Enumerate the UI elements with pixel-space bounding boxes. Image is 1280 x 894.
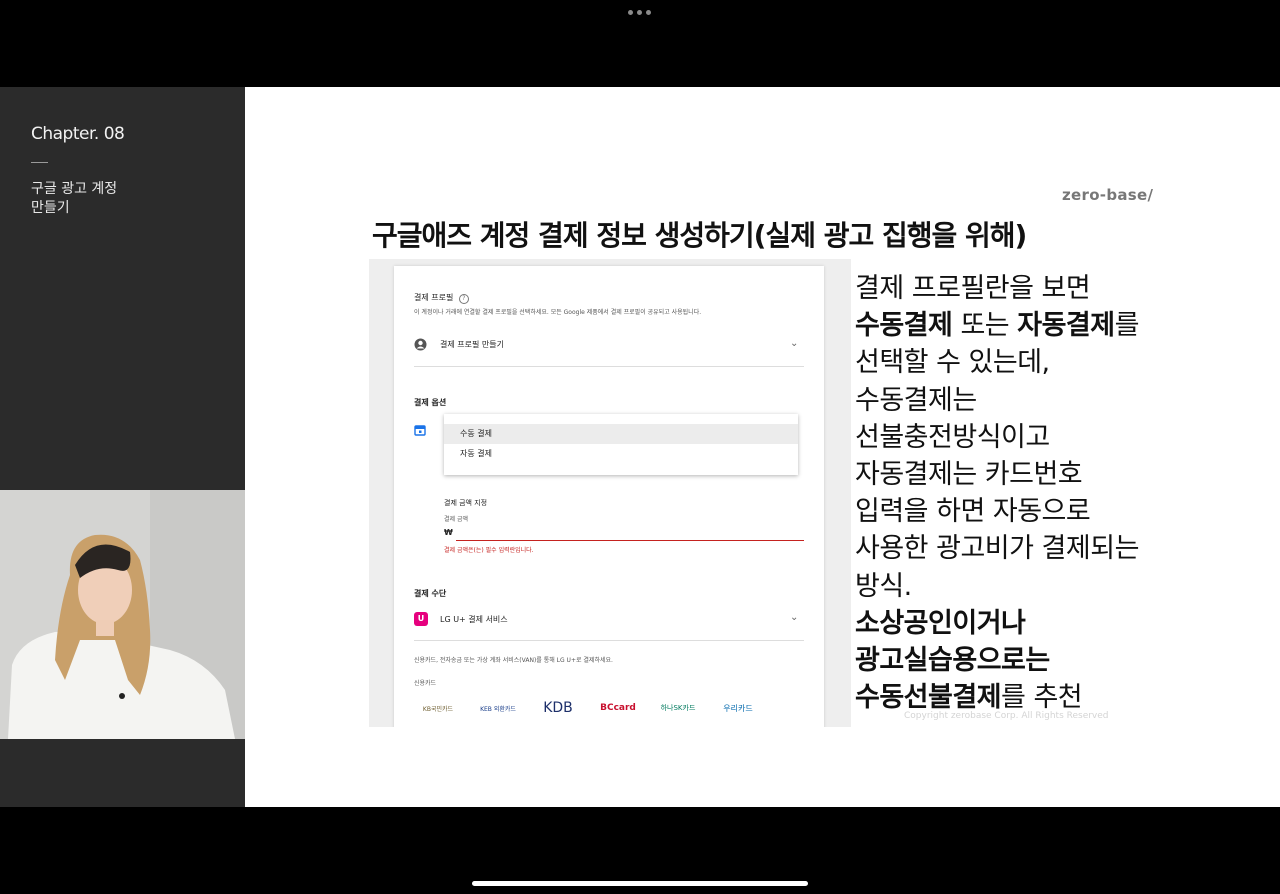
description-line: 결제 프로필란을 보면	[855, 270, 1185, 307]
option-manual-payment[interactable]: 수동 결제	[444, 424, 798, 444]
card-brand-bc[interactable]: BCcard	[592, 699, 644, 717]
description-text: 방식.	[855, 570, 912, 602]
brand-logo: zero-base/	[1062, 186, 1154, 204]
description-text: 자동결제	[1017, 310, 1115, 342]
create-profile-label: 결제 프로필 만들기	[440, 340, 504, 349]
card-brand-woori[interactable]: 우리카드	[712, 699, 764, 717]
card-brand-keb[interactable]: KEB 외환카드	[472, 699, 524, 717]
description-text: 선택할 수 있는데,	[855, 347, 1050, 379]
description-text: 광고실습용으로는	[855, 645, 1050, 677]
help-icon[interactable]: ?	[458, 294, 469, 304]
option-auto-payment[interactable]: 자동 결제	[444, 444, 798, 464]
description-line: 광고실습용으로는	[855, 642, 1185, 679]
billing-panel: 결제 프로필 ? 이 계정이나 거래에 연결할 결제 프로필을 선택하세요. 모…	[394, 266, 824, 727]
description-text: 를 추천	[1001, 682, 1083, 714]
description-line: 선택할 수 있는데,	[855, 344, 1185, 381]
description-line: 사용한 광고비가 결제되는	[855, 530, 1185, 567]
description-line: 방식.	[855, 568, 1185, 605]
description-text: 수동결제는	[855, 384, 977, 416]
chevron-down-icon: ⌄	[790, 612, 799, 623]
description-text: 결제 프로필란을 보면	[855, 273, 1091, 304]
description-text: 사용한 광고비가 결제되는	[855, 533, 1139, 565]
payment-option-dropdown[interactable]: 수동 결제 자동 결제	[444, 414, 798, 475]
amount-heading: 결제 금액 지정	[444, 499, 488, 507]
presenter-video-image	[0, 490, 245, 739]
card-heading: 신용카드	[414, 680, 437, 687]
description-text: 자동결제는 카드번호	[855, 459, 1083, 491]
amount-error: 결제 금액은(는) 필수 입력란입니다.	[444, 547, 534, 554]
embedded-screenshot: 결제 프로필 ? 이 계정이나 거래에 연결할 결제 프로필을 선택하세요. 모…	[369, 259, 851, 727]
divider	[414, 366, 804, 367]
currency-symbol: ₩	[444, 528, 453, 537]
profile-help-text: 이 계정이나 거래에 연결할 결제 프로필을 선택하세요. 모든 Google …	[414, 309, 702, 316]
slide-title: 구글애즈 계정 결제 정보 생성하기(실제 광고 집행을 위해)	[372, 219, 1027, 252]
home-indicator[interactable]	[472, 881, 808, 886]
lgu-logo-icon: U	[414, 612, 428, 626]
profile-heading: 결제 프로필 ?	[414, 292, 469, 304]
calendar-icon	[414, 425, 426, 436]
description-text: 소상공인이거나	[855, 607, 1026, 639]
slide-description: 결제 프로필란을 보면 수동결제 또는 자동결제를 선택할 수 있는데, 수동결제는 선…	[855, 270, 1185, 716]
account-icon	[414, 338, 427, 351]
description-text: 수동결제	[855, 310, 953, 342]
amount-input[interactable]	[456, 524, 804, 541]
description-text: 수동선불결제	[855, 682, 1002, 714]
card-brand-list: KB국민카드 KEB 외환카드 KDB BCcard 하나SK카드 우리카드	[412, 699, 764, 717]
description-line: 수동결제 또는 자동결제를	[855, 307, 1185, 344]
profile-heading-text: 결제 프로필	[414, 293, 454, 302]
method-heading: 결제 수단	[414, 589, 447, 598]
chevron-down-icon: ⌄	[790, 338, 799, 349]
more-options-icon[interactable]	[628, 10, 651, 15]
method-help-text: 신용카드, 전자송금 또는 가상 계좌 서비스(VAN)를 통해 LG U+로 …	[414, 657, 613, 664]
chapter-label: Chapter. 08	[31, 124, 125, 144]
card-brand-kb[interactable]: KB국민카드	[412, 699, 464, 717]
amount-sublabel: 결제 금액	[444, 516, 468, 523]
description-line: 수동결제는	[855, 382, 1185, 419]
description-text: 선불충전방식이고	[855, 421, 1050, 453]
description-text: 또는	[952, 310, 1018, 342]
divider	[31, 162, 48, 163]
description-text: 를	[1114, 310, 1140, 342]
option-heading: 결제 옵션	[414, 398, 447, 407]
presenter-webcam	[0, 490, 245, 739]
method-name: LG U+ 결제 서비스	[440, 615, 508, 624]
lesson-title-line2: 만들기	[31, 200, 70, 216]
description-line: 자동결제는 카드번호	[855, 456, 1185, 493]
card-brand-kdb[interactable]: KDB	[532, 699, 584, 717]
description-text: 입력을 하면 자동으로	[855, 496, 1091, 528]
copyright: Copyright zerobase Corp. All Rights Rese…	[904, 711, 1109, 721]
card-brand-hana[interactable]: 하나SK카드	[652, 699, 704, 717]
description-line: 선불충전방식이고	[855, 419, 1185, 456]
description-line: 입력을 하면 자동으로	[855, 493, 1185, 530]
description-line: 소상공인이거나	[855, 605, 1185, 642]
lesson-title-line1: 구글 광고 계정	[31, 181, 118, 197]
lesson-title: 구글 광고 계정 만들기	[31, 180, 211, 218]
divider	[414, 640, 804, 641]
